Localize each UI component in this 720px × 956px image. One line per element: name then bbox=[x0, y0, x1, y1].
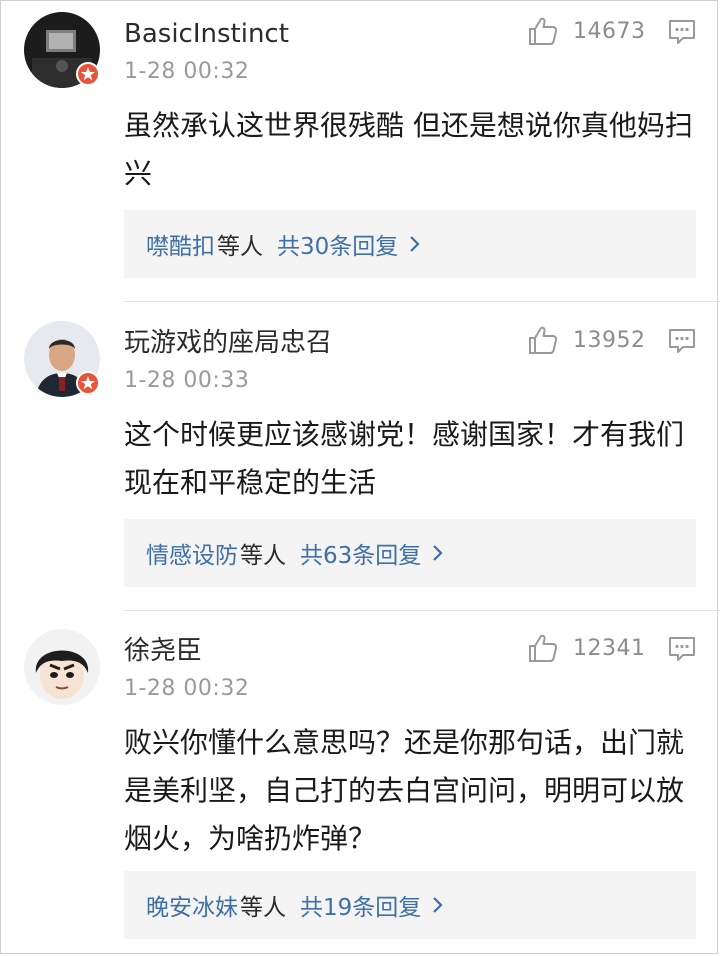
reply-user-names[interactable]: 情感设防 bbox=[146, 536, 238, 570]
comment-text: 虽然承认这世界很残酷 但还是想说你真他妈扫兴 bbox=[124, 109, 693, 190]
timestamp: 1-28 00:32 bbox=[124, 59, 250, 84]
comment-text: 这个时候更应该感谢党！感谢国家！才有我们现在和平稳定的生活 bbox=[124, 418, 685, 499]
reply-user-names[interactable]: 噤酷扣 bbox=[146, 227, 215, 261]
replies-summary[interactable]: 晚安冰妹 等人 共19条回复 bbox=[124, 871, 696, 939]
reply-count-link[interactable]: 共19条回复 bbox=[300, 888, 421, 922]
replies-summary[interactable]: 噤酷扣 等人 共30条回复 bbox=[124, 210, 696, 278]
like-button[interactable]: 14673 bbox=[527, 14, 646, 48]
timestamp: 1-28 00:32 bbox=[124, 676, 250, 701]
reply-count-link[interactable]: 共30条回复 bbox=[277, 227, 398, 261]
comment-icon[interactable] bbox=[668, 635, 696, 663]
reply-count-link[interactable]: 共63条回复 bbox=[300, 536, 421, 570]
username[interactable]: BasicInstinct bbox=[124, 18, 289, 50]
comment-text: 败兴你懂什么意思吗？还是你那句话，出门就是美利坚，自己打的去白宫问问，明明可以放… bbox=[124, 726, 685, 855]
reply-user-names[interactable]: 晚安冰妹 bbox=[146, 888, 238, 922]
timestamp: 1-28 00:33 bbox=[124, 368, 250, 393]
thumbs-up-icon bbox=[529, 326, 558, 354]
chevron-right-icon bbox=[433, 545, 443, 561]
like-button[interactable]: 13952 bbox=[527, 323, 646, 357]
like-count: 13952 bbox=[573, 327, 646, 353]
chevron-right-icon bbox=[410, 236, 420, 252]
username[interactable]: 玩游戏的座局忠召 bbox=[124, 327, 332, 359]
like-count: 14673 bbox=[573, 18, 646, 44]
like-button[interactable]: 12341 bbox=[527, 631, 646, 665]
verified-badge-icon bbox=[76, 62, 100, 86]
comment-icon[interactable] bbox=[668, 327, 696, 355]
divider bbox=[124, 610, 720, 611]
reply-suffix: 等人 bbox=[217, 234, 263, 260]
like-count: 12341 bbox=[573, 635, 646, 661]
replies-summary[interactable]: 情感设防 等人 共63条回复 bbox=[124, 519, 696, 587]
thumbs-up-icon bbox=[529, 17, 558, 45]
verified-badge-icon bbox=[76, 371, 100, 395]
reply-suffix: 等人 bbox=[240, 895, 286, 921]
divider bbox=[124, 301, 720, 302]
username[interactable]: 徐尧臣 bbox=[124, 635, 202, 667]
chevron-right-icon bbox=[433, 897, 443, 913]
avatar[interactable] bbox=[24, 629, 100, 705]
reply-suffix: 等人 bbox=[240, 543, 286, 569]
thumbs-up-icon bbox=[529, 634, 558, 662]
comment-icon[interactable] bbox=[668, 18, 696, 46]
